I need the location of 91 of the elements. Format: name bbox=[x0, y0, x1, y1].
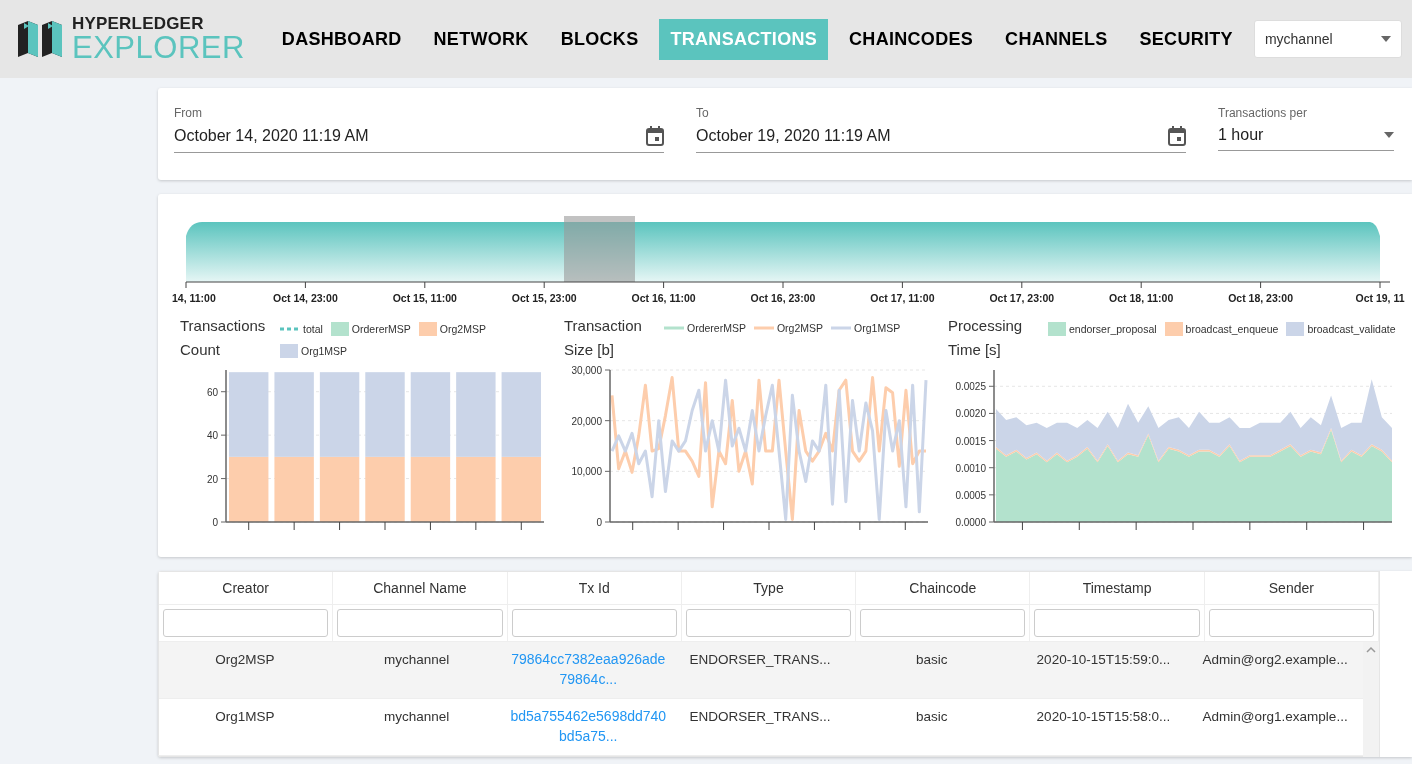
legend-label: OrdererMSP bbox=[351, 323, 411, 335]
table-cell-text: Org2MSP bbox=[214, 651, 276, 669]
table-cell-text: Admin@org1.example... bbox=[1201, 708, 1349, 726]
column-header[interactable]: Timestamp bbox=[1030, 572, 1205, 604]
chart-bar bbox=[229, 456, 269, 522]
caret-icon[interactable] bbox=[1384, 132, 1394, 138]
axis-label: 0.0025 bbox=[955, 381, 986, 393]
timeline-label: Oct 17, 23:00 bbox=[989, 292, 1055, 304]
table-cell-text: Org1MSP bbox=[214, 708, 276, 726]
legend-label: endorser_proposal bbox=[1069, 323, 1157, 335]
axis-label: 0.0015 bbox=[955, 435, 986, 447]
axis-label: 40 bbox=[206, 430, 218, 442]
calendar-icon[interactable] bbox=[646, 126, 664, 146]
legend-label: broadcast_validate bbox=[1307, 323, 1396, 335]
axis-label: 0 bbox=[212, 517, 218, 528]
axis-label: 20,000 bbox=[571, 415, 602, 427]
timeline-label: Oct 18, 11:00 bbox=[1109, 292, 1174, 304]
column-header[interactable]: Sender bbox=[1204, 572, 1379, 604]
timeline-label: Oct 17, 11:00 bbox=[870, 292, 935, 304]
timeline-label: Oct 16, 23:00 bbox=[750, 292, 816, 304]
column-header[interactable]: Type bbox=[681, 572, 857, 604]
table-cell-text: mychannel bbox=[382, 651, 451, 669]
axis-label: 0.0005 bbox=[955, 489, 986, 501]
filter-input[interactable] bbox=[685, 609, 852, 637]
filter-input[interactable] bbox=[1208, 609, 1374, 637]
table-cell-text: 2020-10-15T15:59:0... bbox=[1035, 651, 1172, 669]
legend-label: Org1MSP bbox=[301, 345, 348, 357]
nav-tab[interactable]: NETWORK bbox=[422, 18, 540, 60]
timeline-label: 14, 11:00 bbox=[172, 292, 216, 304]
field-label: To bbox=[696, 106, 710, 120]
filter-input[interactable] bbox=[1034, 609, 1200, 637]
nav-tab[interactable]: BLOCKS bbox=[549, 18, 650, 60]
timeline-label: Oct 18, 23:00 bbox=[1228, 292, 1293, 304]
chart-title: Transactions Count bbox=[180, 316, 267, 360]
date-field[interactable]: October 19, 2020 11:19 AM bbox=[696, 126, 1186, 153]
axis-label: 0.0010 bbox=[955, 462, 986, 474]
column-header[interactable]: Chaincode bbox=[856, 572, 1031, 604]
chart-title: Transaction Size [b] bbox=[564, 316, 643, 360]
legend-label: broadcast_enqueue bbox=[1185, 323, 1279, 335]
range-brush[interactable] bbox=[564, 216, 635, 282]
chart-bar bbox=[410, 456, 451, 522]
timeline-label: Oct 15, 23:00 bbox=[511, 292, 577, 304]
axis-label: 0 bbox=[596, 517, 602, 528]
filter-input[interactable] bbox=[511, 609, 677, 637]
chart-bar bbox=[365, 456, 405, 522]
axis-label: 60 bbox=[206, 386, 218, 398]
table-cell-text: basic bbox=[914, 708, 949, 726]
timeline-label: Oct 16, 11:00 bbox=[631, 292, 696, 304]
filter-input[interactable] bbox=[337, 609, 503, 637]
timeline-label: Oct 19, 11 bbox=[1355, 292, 1405, 304]
legend-label: Org1MSP bbox=[854, 322, 901, 334]
calendar-icon[interactable] bbox=[1168, 126, 1186, 146]
chart-bar bbox=[501, 456, 541, 522]
table-cell-text: 2020-10-15T15:58:0... bbox=[1035, 708, 1172, 726]
logo-title: HYPERLEDGER bbox=[72, 15, 205, 32]
axis-label: 0.0000 bbox=[955, 517, 986, 528]
chart-bar bbox=[456, 456, 496, 522]
legend-label: Org2MSP bbox=[439, 323, 486, 335]
caret-icon[interactable] bbox=[1381, 36, 1391, 42]
legend-label: Org2MSP bbox=[776, 322, 824, 334]
logo-wordmark: EXPLORER bbox=[72, 32, 245, 63]
channel-select[interactable]: mychannel bbox=[1253, 20, 1402, 58]
chart-bar bbox=[319, 456, 360, 522]
chart-bar bbox=[274, 456, 314, 522]
axis-label: 30,000 bbox=[571, 365, 602, 376]
column-header[interactable]: Tx Id bbox=[507, 572, 682, 604]
nav-tab[interactable]: CHANNELS bbox=[994, 18, 1119, 60]
axis-label: 0.0020 bbox=[955, 408, 986, 420]
nav-tab[interactable]: SECURITY bbox=[1128, 18, 1244, 60]
nav-tab[interactable]: DASHBOARD bbox=[270, 18, 413, 60]
table-cell-text: ENDORSER_TRANS... bbox=[688, 708, 832, 726]
axis-label: 20 bbox=[206, 473, 218, 485]
column-header[interactable]: Channel Name bbox=[333, 572, 508, 604]
table-cell-text: basic bbox=[914, 651, 949, 669]
table-cell-text: mychannel bbox=[382, 708, 451, 726]
axis-label: 10,000 bbox=[571, 466, 602, 478]
legend-label: OrdererMSP bbox=[687, 322, 746, 334]
table-cell-text: Admin@org2.example... bbox=[1201, 651, 1349, 669]
chart-title: Processing Time [s] bbox=[948, 316, 1024, 360]
timeline-label: Oct 14, 23:00 bbox=[273, 292, 338, 304]
table-cell-text: ENDORSER_TRANS... bbox=[688, 651, 832, 669]
date-field[interactable]: October 14, 2020 11:19 AM bbox=[174, 126, 664, 153]
nav-tab[interactable]: CHAINCODES bbox=[838, 18, 985, 60]
filter-input[interactable] bbox=[860, 609, 1026, 637]
field-label: From bbox=[174, 106, 203, 120]
column-header[interactable]: Creator bbox=[159, 572, 334, 604]
interval-select[interactable]: 1 hour bbox=[1218, 126, 1394, 151]
field-label: Transactions per bbox=[1218, 106, 1308, 120]
filter-input[interactable] bbox=[163, 609, 329, 637]
timeline-label: Oct 15, 11:00 bbox=[392, 292, 457, 304]
legend-label: total bbox=[303, 323, 323, 335]
